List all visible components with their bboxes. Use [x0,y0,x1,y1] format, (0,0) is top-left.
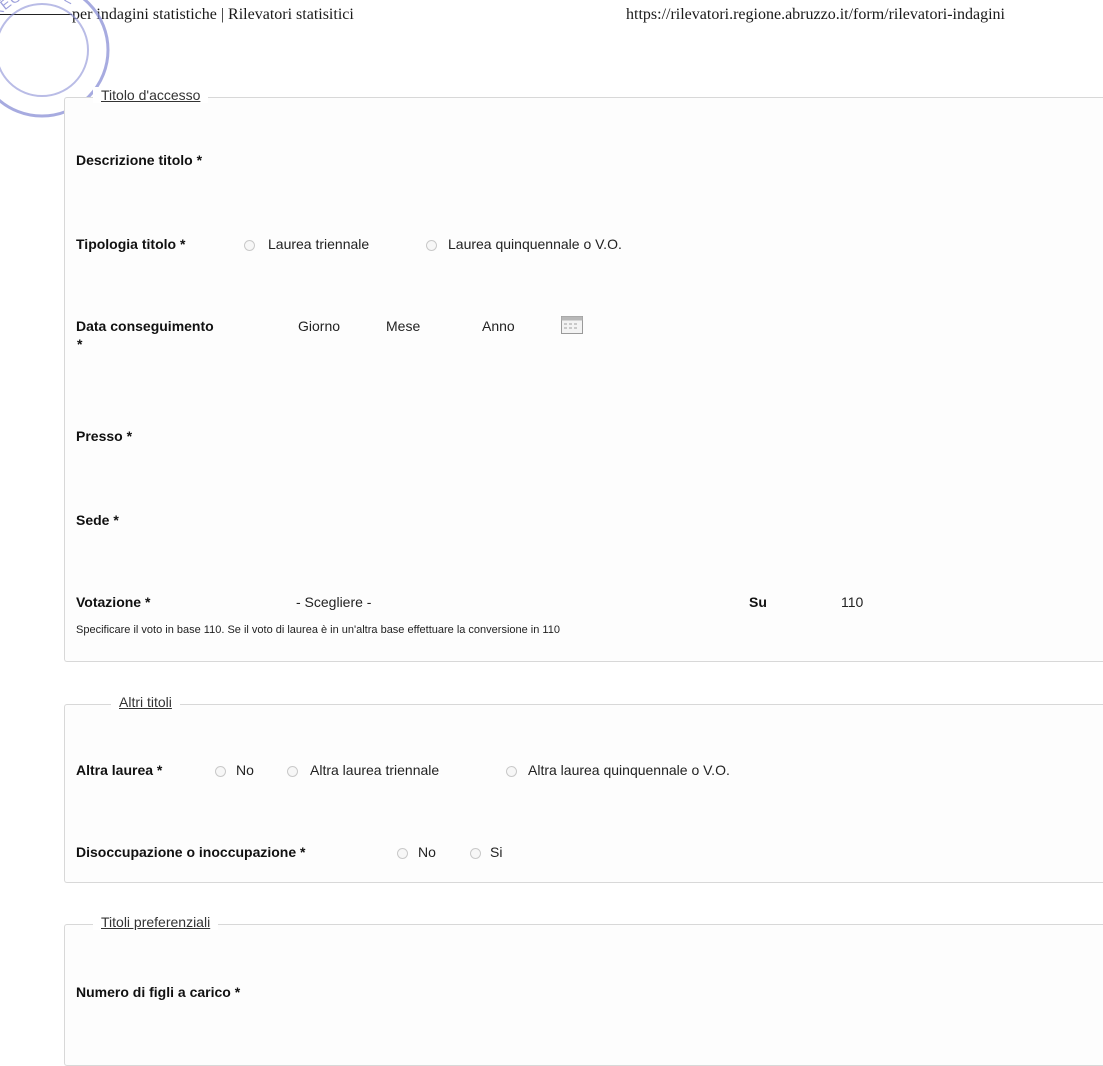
radio-laurea-triennale[interactable] [244,240,255,251]
legend-titolo-accesso: Titolo d'accesso [93,87,209,103]
presso-label: Presso * [76,428,133,444]
option-disoccupazione-si[interactable]: Si [490,844,502,860]
data-conseguimento-required: * [77,336,83,352]
su-label: Su [749,594,767,610]
votazione-label: Votazione * [76,594,151,610]
descrizione-titolo-label: Descrizione titolo * [76,152,203,168]
option-laurea-triennale[interactable]: Laurea triennale [268,236,369,252]
radio-altra-laurea-triennale[interactable] [287,766,298,777]
select-anno[interactable]: Anno [482,318,515,334]
legend-altri-titoli: Altri titoli [111,694,180,710]
tipologia-titolo-label: Tipologia titolo * [76,236,186,252]
select-mese[interactable]: Mese [386,318,420,334]
data-conseguimento-label: Data conseguimento [76,318,214,334]
radio-disoccupazione-si[interactable] [470,848,481,859]
radio-altra-laurea-quinquennale[interactable] [506,766,517,777]
radio-altra-laurea-no[interactable] [215,766,226,777]
numero-figli-label: Numero di figli a carico * [76,984,241,1000]
option-disoccupazione-no[interactable]: No [418,844,436,860]
radio-laurea-quinquennale[interactable] [426,240,437,251]
fieldset-titolo-accesso: Titolo d'accesso [64,87,1103,662]
votazione-select[interactable]: - Scegliere - [296,594,371,610]
sede-label: Sede * [76,512,119,528]
option-laurea-quinquennale[interactable]: Laurea quinquennale o V.O. [448,236,622,252]
calendar-icon[interactable] [561,316,583,334]
votazione-help-text: Specificare il voto in base 110. Se il v… [76,624,560,636]
legend-titoli-preferenziali: Titoli preferenziali [93,914,219,930]
radio-disoccupazione-no[interactable] [397,848,408,859]
su-value: 110 [841,594,864,610]
disoccupazione-label: Disoccupazione o inoccupazione * [76,844,306,860]
option-altra-laurea-no[interactable]: No [236,762,254,778]
select-giorno[interactable]: Giorno [298,318,340,334]
option-altra-laurea-quinquennale[interactable]: Altra laurea quinquennale o V.O. [528,762,730,778]
altra-laurea-label: Altra laurea * [76,762,163,778]
option-altra-laurea-triennale[interactable]: Altra laurea triennale [310,762,439,778]
page-header-url: https://rilevatori.regione.abruzzo.it/fo… [626,6,1005,23]
